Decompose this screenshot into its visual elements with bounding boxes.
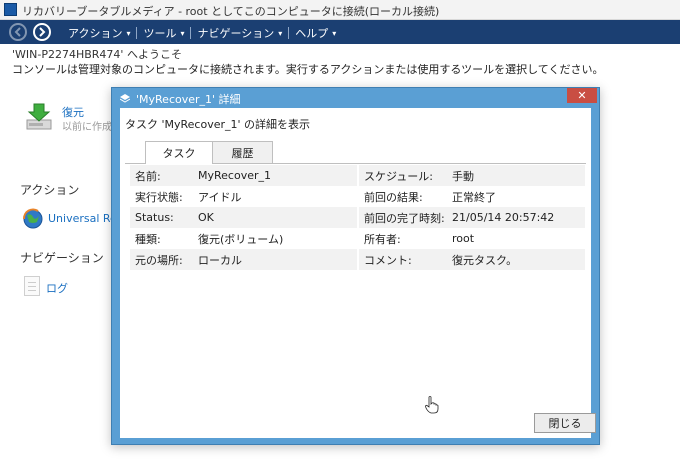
log-link[interactable]: ログ: [46, 280, 68, 296]
table-row: 種類: 復元(ボリューム) 所有者: root: [130, 228, 585, 249]
chevron-down-icon: ▾: [126, 28, 131, 38]
field-value: root: [452, 232, 475, 245]
app-icon: [4, 3, 17, 16]
field-label: 種類:: [135, 232, 161, 246]
chevron-down-icon: ▾: [278, 28, 283, 38]
restore-icon[interactable]: [24, 102, 54, 132]
tab-history[interactable]: 履歴: [212, 141, 273, 163]
navigation-heading: ナビゲーション: [20, 251, 104, 265]
tab-task[interactable]: タスク: [145, 141, 213, 164]
forward-arrow-icon[interactable]: [33, 23, 51, 41]
field-value: 21/05/14 20:57:42: [452, 211, 555, 224]
field-label: 元の場所:: [135, 253, 183, 267]
field-value: アイドル: [198, 190, 242, 204]
universal-restore-link[interactable]: Universal Re: [48, 212, 117, 225]
table-row: Status: OK 前回の完了時刻: 21/05/14 20:57:42: [130, 207, 585, 228]
menu-tools-label: ツール: [143, 27, 177, 40]
field-value: OK: [198, 211, 214, 224]
title-bar: リカバリーブータブルメディア - root としてこのコンピュータに接続(ローカ…: [0, 0, 680, 20]
menu-action[interactable]: アクション ▾: [62, 25, 136, 41]
chevron-down-icon: ▾: [180, 28, 185, 38]
actions-heading: アクション: [20, 183, 80, 197]
dialog-title: 'MyRecover_1' 詳細: [136, 93, 241, 106]
field-label: Status:: [135, 211, 174, 224]
field-label: 実行状態:: [135, 190, 183, 204]
back-arrow-icon[interactable]: [9, 23, 27, 41]
details-grid: 名前: MyRecover_1 スケジュール: 手動 実行状態: アイドル 前回の結果…: [130, 165, 585, 270]
menu-navigation[interactable]: ナビゲーション ▾: [191, 25, 288, 41]
tab-strip: タスク 履歴: [145, 141, 273, 164]
table-row: 名前: MyRecover_1 スケジュール: 手動: [130, 165, 585, 186]
chevron-down-icon: ▾: [332, 28, 337, 38]
field-label: 前回の完了時刻:: [364, 211, 445, 225]
welcome-text: 'WIN-P2274HBR474' へようこそ: [12, 48, 182, 61]
console-message: コンソールは管理対象のコンピュータに接続されます。実行するアクションまたは使用す…: [12, 63, 604, 76]
field-value: ローカル: [198, 253, 242, 267]
menu-navigation-label: ナビゲーション: [197, 27, 275, 40]
log-icon[interactable]: [24, 276, 40, 296]
window-title: リカバリーブータブルメディア - root としてこのコンピュータに接続(ローカ…: [22, 5, 440, 18]
hand-cursor-icon: [425, 396, 439, 414]
field-label: 前回の結果:: [364, 190, 423, 204]
field-value: MyRecover_1: [198, 169, 271, 182]
close-icon[interactable]: ✕: [567, 88, 597, 103]
close-button[interactable]: 閉じる: [534, 413, 596, 433]
field-label: 名前:: [135, 169, 161, 183]
table-row: 実行状態: アイドル 前回の結果: 正常終了: [130, 186, 585, 207]
field-value: 正常終了: [452, 190, 496, 204]
task-icon: [120, 94, 130, 103]
dialog-heading: タスク 'MyRecover_1' の詳細を表示: [125, 118, 311, 131]
field-value: 手動: [452, 169, 474, 183]
field-label: スケジュール:: [364, 169, 433, 183]
menu-action-label: アクション: [68, 27, 123, 40]
menu-help[interactable]: ヘルプ ▾: [289, 25, 342, 41]
menu-tools[interactable]: ツール ▾: [137, 25, 190, 41]
menu-bar: アクション ▾ ツール ▾ ナビゲーション ▾ ヘルプ ▾: [0, 20, 680, 44]
dialog-titlebar[interactable]: 'MyRecover_1' 詳細: [120, 91, 241, 107]
field-value: 復元タスク。: [452, 253, 518, 267]
details-dialog: 'MyRecover_1' 詳細 ✕ タスク 'MyRecover_1' の詳細…: [111, 87, 600, 445]
menu-items: アクション ▾ ツール ▾ ナビゲーション ▾ ヘルプ ▾: [62, 25, 342, 41]
field-value: 復元(ボリューム): [198, 232, 284, 246]
field-label: 所有者:: [364, 232, 401, 246]
field-label: コメント:: [364, 253, 412, 267]
menu-help-label: ヘルプ: [295, 27, 329, 40]
universal-restore-icon[interactable]: [22, 208, 44, 230]
restore-description: 以前に作成: [62, 122, 112, 133]
dialog-body: タスク 'MyRecover_1' の詳細を表示 タスク 履歴 名前: MyRec…: [120, 108, 596, 438]
table-row: 元の場所: ローカル コメント: 復元タスク。: [130, 249, 585, 270]
